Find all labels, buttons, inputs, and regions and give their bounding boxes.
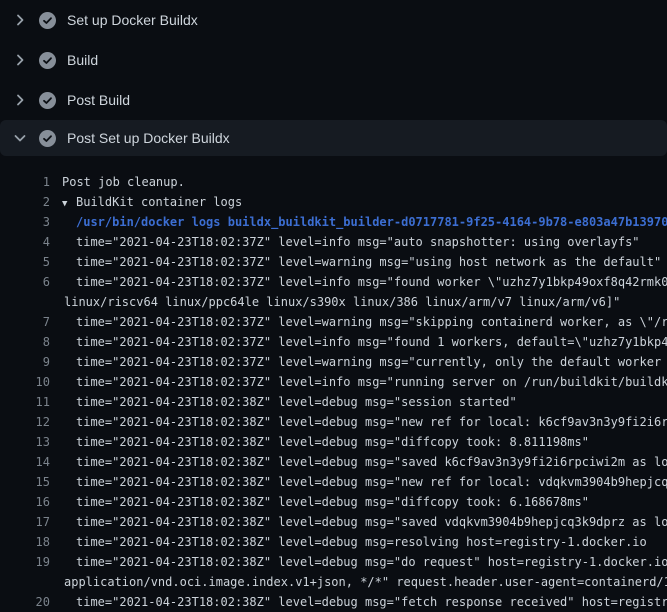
log-line: 3/usr/bin/docker logs buildx_buildkit_bu… — [0, 212, 667, 232]
log-line-number[interactable]: 15 — [0, 472, 50, 492]
log-line-text: time="2021-04-23T18:02:37Z" level=info m… — [62, 232, 640, 252]
log-line-number[interactable]: 9 — [0, 352, 50, 372]
step-section-label: Post Build — [67, 93, 130, 107]
log-line: 1 Post job cleanup. — [0, 172, 667, 192]
log-line: 15 time="2021-04-23T18:02:38Z" level=debu… — [0, 472, 667, 492]
log-line: 9 time="2021-04-23T18:02:37Z" level=warni… — [0, 352, 667, 372]
log-line: 8 time="2021-04-23T18:02:37Z" level=info … — [0, 332, 667, 352]
group-expand-marker-icon[interactable]: ▼ — [62, 194, 76, 213]
chevron-right-icon — [12, 12, 28, 28]
log-line: 13 time="2021-04-23T18:02:38Z" level=debu… — [0, 432, 667, 452]
log-line-number[interactable]: 16 — [0, 492, 50, 512]
log-line-text: time="2021-04-23T18:02:38Z" level=debug … — [62, 512, 667, 532]
log-line-number[interactable]: 17 — [0, 512, 50, 532]
log-line-text: application/vnd.oci.image.index.v1+json,… — [62, 572, 667, 592]
step-section-label: Post Set up Docker Buildx — [67, 131, 230, 145]
log-line-number — [0, 572, 50, 592]
step-section-set-up-docker-buildx[interactable]: Set up Docker Buildx — [0, 0, 667, 40]
log-line: 16 time="2021-04-23T18:02:38Z" level=debu… — [0, 492, 667, 512]
log-line-number — [0, 292, 50, 312]
log-line: 12 time="2021-04-23T18:02:38Z" level=debu… — [0, 412, 667, 432]
log-pane: 1 Post job cleanup. 2 ▼BuildKit container l… — [0, 156, 667, 612]
log-line-text: time="2021-04-23T18:02:37Z" level=info m… — [62, 272, 667, 292]
chevron-right-icon — [12, 52, 28, 68]
log-line-text: linux/riscv64 linux/ppc64le linux/s390x … — [62, 292, 620, 312]
log-line-text: time="2021-04-23T18:02:37Z" level=info m… — [62, 372, 667, 392]
log-line-text: time="2021-04-23T18:02:38Z" level=debug … — [62, 492, 589, 512]
log-line-number[interactable]: 19 — [0, 552, 50, 572]
log-command-text: /usr/bin/docker logs buildx_buildkit_bui… — [62, 212, 667, 232]
log-line-text: time="2021-04-23T18:02:38Z" level=debug … — [62, 552, 667, 572]
log-line-number[interactable]: 1 — [0, 172, 50, 192]
log-line-number[interactable]: 3 — [0, 212, 50, 232]
log-line: 4 time="2021-04-23T18:02:37Z" level=info … — [0, 232, 667, 252]
log-line: 14 time="2021-04-23T18:02:38Z" level=debu… — [0, 452, 667, 472]
log-line-number[interactable]: 13 — [0, 432, 50, 452]
chevron-right-icon — [12, 92, 28, 108]
log-line-number[interactable]: 14 — [0, 452, 50, 472]
check-circle-icon — [39, 12, 56, 29]
log-line-number[interactable]: 7 — [0, 312, 50, 332]
log-line: linux/riscv64 linux/ppc64le linux/s390x … — [0, 292, 667, 312]
log-line: 17 time="2021-04-23T18:02:38Z" level=debu… — [0, 512, 667, 532]
log-group-title[interactable]: BuildKit container logs — [76, 195, 242, 209]
log-line: 6 time="2021-04-23T18:02:37Z" level=info … — [0, 272, 667, 292]
check-circle-icon — [39, 130, 56, 147]
log-line-number[interactable]: 18 — [0, 532, 50, 552]
log-line-number[interactable]: 4 — [0, 232, 50, 252]
log-line-number[interactable]: 11 — [0, 392, 50, 412]
log-line: 20 time="2021-04-23T18:02:38Z" level=debu… — [0, 592, 667, 612]
log-line-text: time="2021-04-23T18:02:37Z" level=warnin… — [62, 252, 661, 272]
step-section-build[interactable]: Build — [0, 40, 667, 80]
log-line: 5 time="2021-04-23T18:02:37Z" level=warni… — [0, 252, 667, 272]
log-line-text: time="2021-04-23T18:02:37Z" level=warnin… — [62, 312, 667, 332]
log-line: 18 time="2021-04-23T18:02:38Z" level=debu… — [0, 532, 667, 552]
log-line-number[interactable]: 6 — [0, 272, 50, 292]
log-line-text: time="2021-04-23T18:02:37Z" level=info m… — [62, 332, 667, 352]
log-line: 2 ▼BuildKit container logs — [0, 192, 667, 212]
log-line-number[interactable]: 12 — [0, 412, 50, 432]
log-line: application/vnd.oci.image.index.v1+json,… — [0, 572, 667, 592]
log-line-text: time="2021-04-23T18:02:38Z" level=debug … — [62, 412, 667, 432]
log-line-text: time="2021-04-23T18:02:38Z" level=debug … — [62, 432, 589, 452]
log-line-number[interactable]: 2 — [0, 192, 50, 212]
log-line: 10 time="2021-04-23T18:02:37Z" level=info… — [0, 372, 667, 392]
log-line-text: ▼BuildKit container logs — [62, 192, 242, 212]
log-line-text: time="2021-04-23T18:02:38Z" level=debug … — [62, 392, 517, 412]
log-line: 19 time="2021-04-23T18:02:38Z" level=debu… — [0, 552, 667, 572]
log-line-text: time="2021-04-23T18:02:38Z" level=debug … — [62, 472, 667, 492]
step-section-list: Set up Docker Buildx Build Post Build Post … — [0, 0, 667, 156]
log-line-number[interactable]: 20 — [0, 592, 50, 612]
log-line-text: time="2021-04-23T18:02:38Z" level=debug … — [62, 532, 647, 552]
log-line: 7 time="2021-04-23T18:02:37Z" level=warni… — [0, 312, 667, 332]
log-line-text: time="2021-04-23T18:02:38Z" level=debug … — [62, 452, 667, 472]
log-line-text: time="2021-04-23T18:02:37Z" level=warnin… — [62, 352, 667, 372]
log-line-text: Post job cleanup. — [62, 172, 185, 192]
log-line-number[interactable]: 10 — [0, 372, 50, 392]
log-line-text: time="2021-04-23T18:02:38Z" level=debug … — [62, 592, 667, 612]
step-section-post-build[interactable]: Post Build — [0, 80, 667, 120]
log-line-number[interactable]: 5 — [0, 252, 50, 272]
chevron-down-icon — [12, 130, 28, 146]
log-line: 11 time="2021-04-23T18:02:38Z" level=debu… — [0, 392, 667, 412]
log-line-number[interactable]: 8 — [0, 332, 50, 352]
step-section-label: Build — [67, 53, 98, 67]
check-circle-icon — [39, 52, 56, 69]
step-section-label: Set up Docker Buildx — [67, 13, 198, 27]
step-section-post-set-up-docker-buildx[interactable]: Post Set up Docker Buildx — [0, 120, 667, 156]
check-circle-icon — [39, 92, 56, 109]
